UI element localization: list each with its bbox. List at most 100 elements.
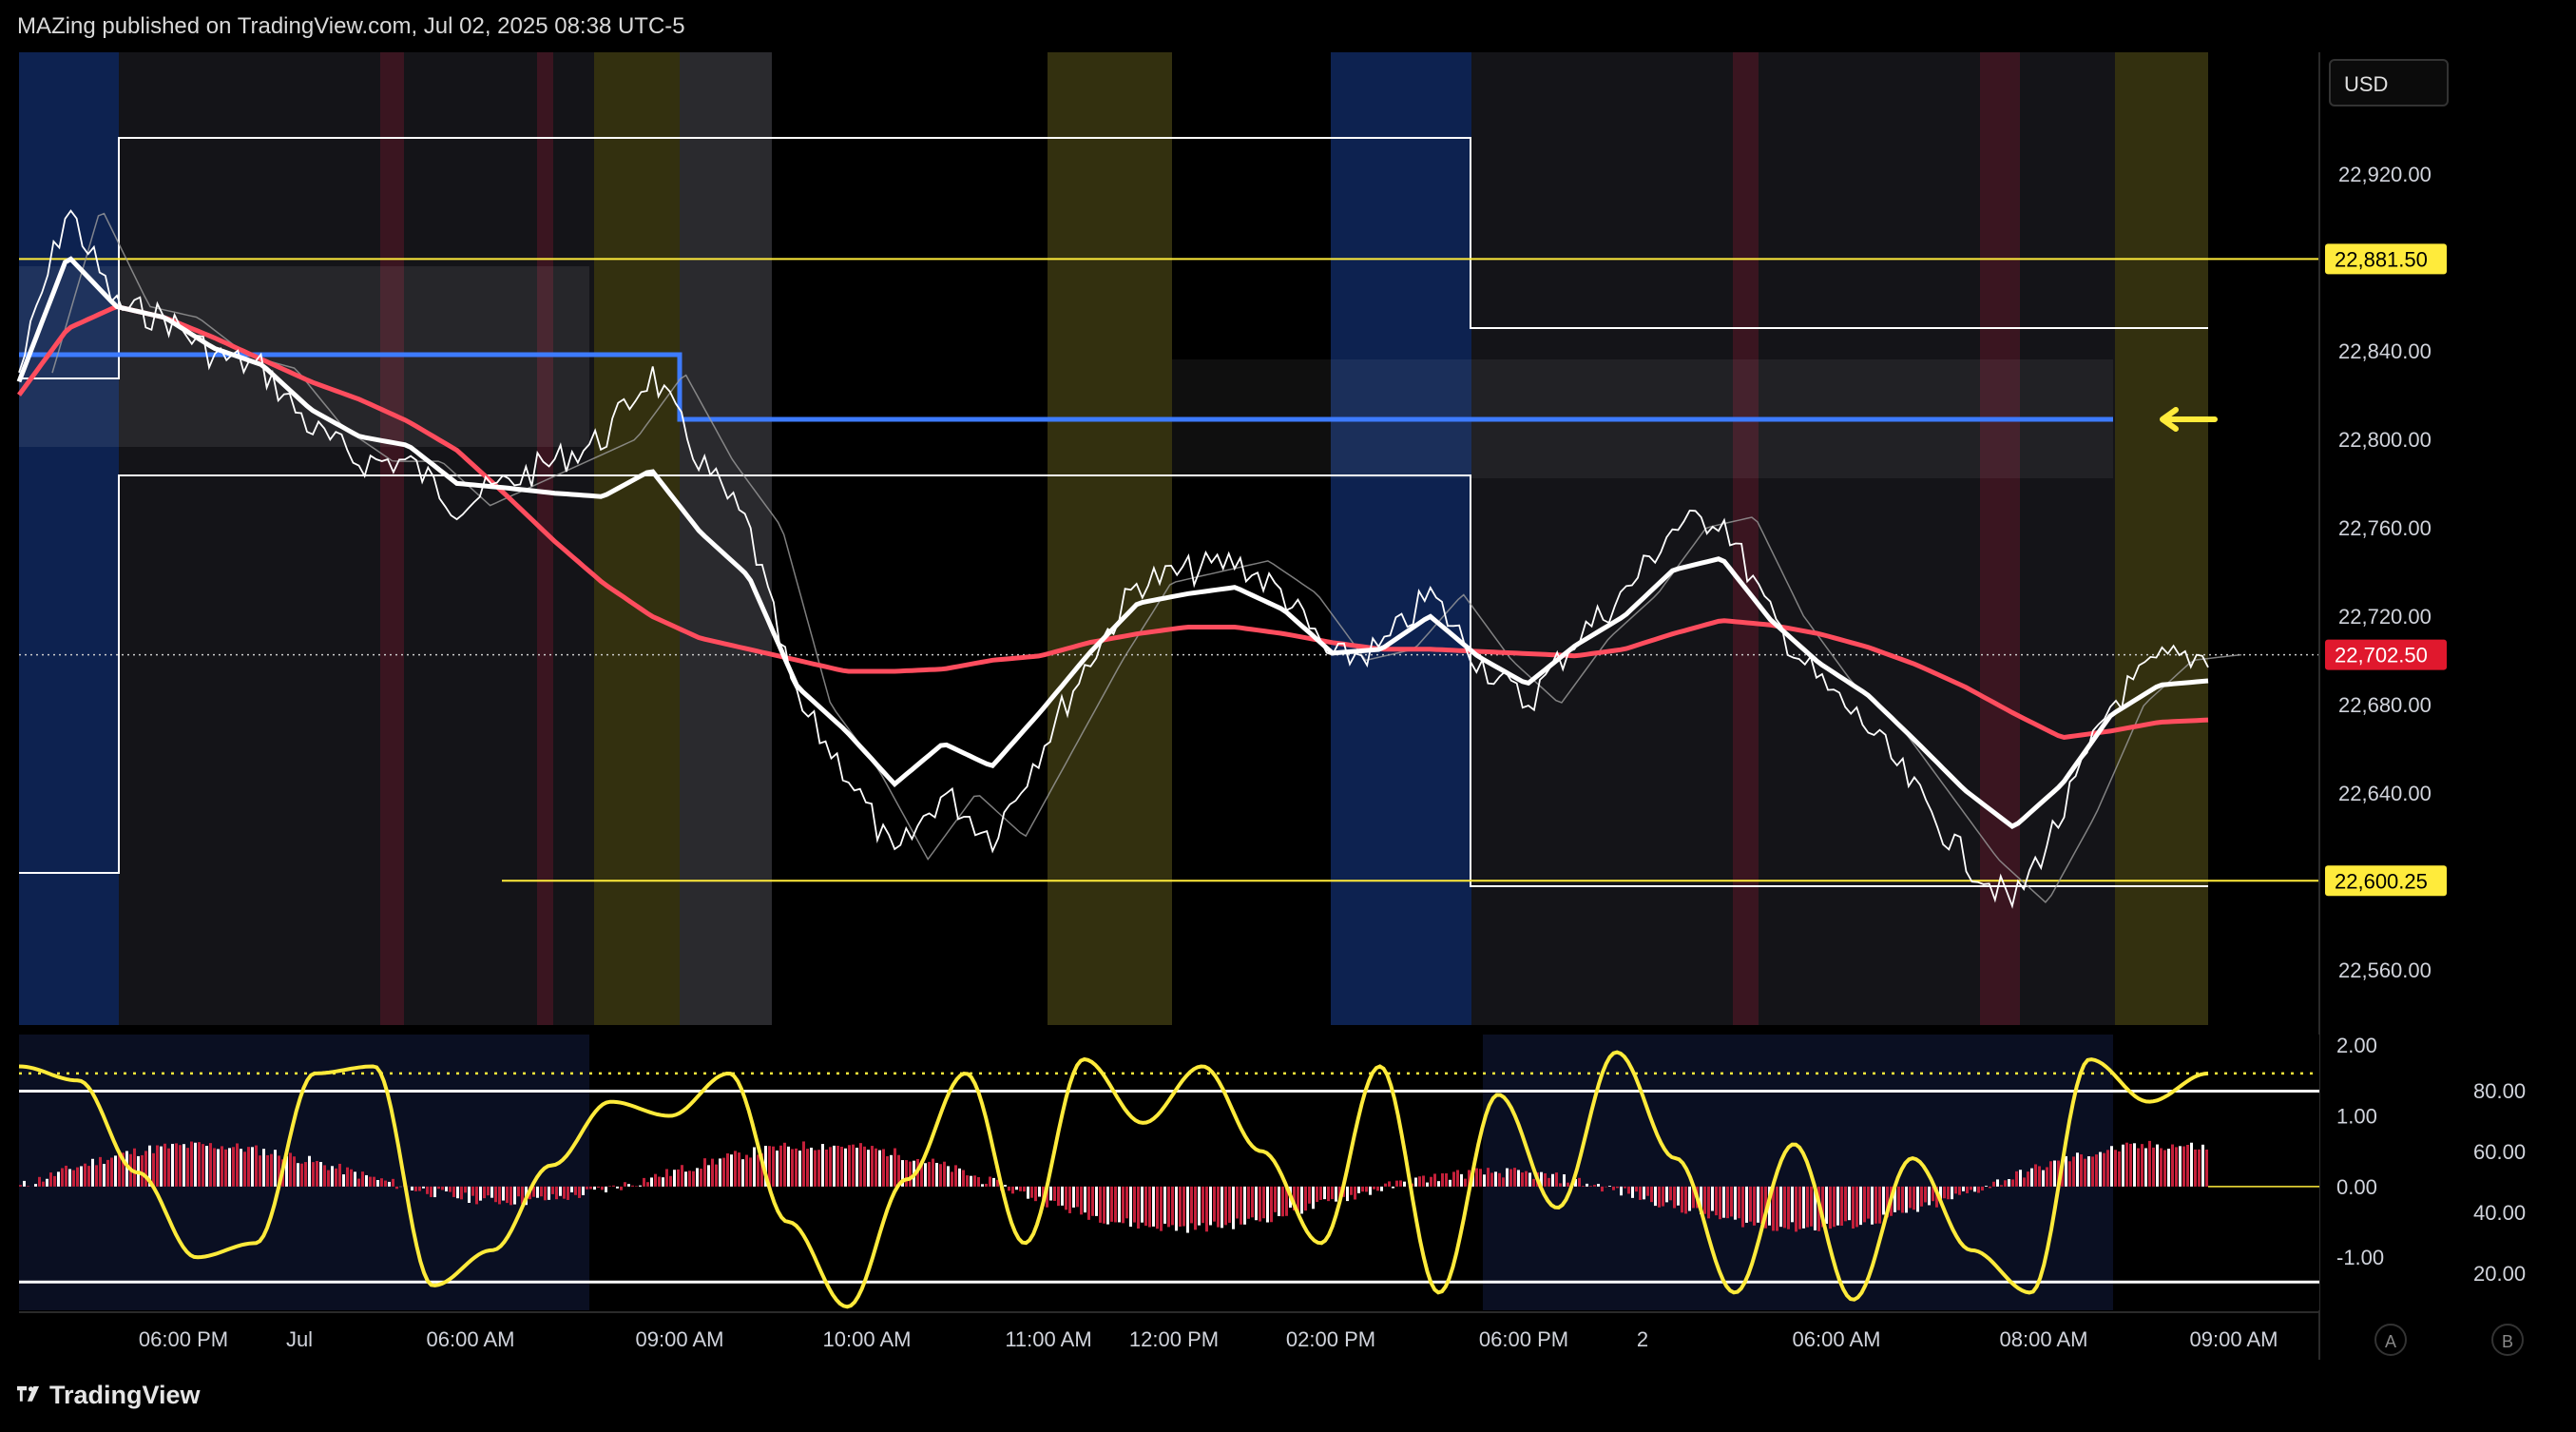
histogram-bar <box>487 1186 490 1196</box>
histogram-bar <box>437 1186 440 1190</box>
histogram-bar <box>1122 1186 1125 1224</box>
histogram-bar <box>707 1165 710 1187</box>
histogram-bar <box>871 1146 874 1187</box>
histogram-bar <box>38 1176 41 1187</box>
histogram-bar <box>471 1186 474 1196</box>
histogram-bar <box>1567 1182 1569 1187</box>
histogram-bar <box>1779 1186 1782 1228</box>
histogram-bar <box>1669 1186 1672 1201</box>
histogram-bar <box>1601 1186 1604 1192</box>
histogram-bar <box>833 1145 836 1187</box>
histogram-bar <box>719 1158 721 1187</box>
histogram-bar <box>1247 1186 1250 1219</box>
histogram-bar <box>1548 1177 1550 1187</box>
histogram-bar <box>1194 1186 1197 1230</box>
histogram-bar <box>1483 1174 1486 1187</box>
histogram-bar <box>947 1166 950 1187</box>
histogram-bar <box>1749 1186 1752 1222</box>
histogram-bar <box>1958 1186 1961 1195</box>
histogram-bar <box>1270 1186 1273 1223</box>
histogram-bar <box>1068 1186 1071 1213</box>
histogram-bar <box>388 1181 391 1187</box>
histogram-bar <box>829 1147 832 1187</box>
histogram-bar <box>430 1186 433 1197</box>
histogram-bar <box>1559 1183 1562 1187</box>
histogram-bar <box>1281 1186 1284 1217</box>
histogram-bar <box>2038 1166 2041 1187</box>
histogram-bar <box>757 1154 759 1187</box>
histogram-bar <box>1015 1186 1018 1190</box>
histogram-bar <box>483 1186 486 1199</box>
histogram-bar <box>836 1145 839 1187</box>
histogram-bar <box>1023 1186 1026 1192</box>
histogram-bar <box>677 1169 680 1187</box>
histogram-bar <box>1380 1186 1383 1191</box>
histogram-bar <box>1323 1186 1326 1200</box>
histogram-bar <box>825 1149 828 1187</box>
histogram-bar <box>1863 1186 1866 1223</box>
histogram-bar <box>1920 1186 1923 1207</box>
histogram-bar <box>2034 1164 2037 1187</box>
histogram-bar <box>1985 1185 1988 1187</box>
histogram-bar <box>1205 1186 1208 1232</box>
histogram-bar <box>1730 1186 1733 1217</box>
histogram-bar <box>1977 1186 1980 1193</box>
log-scale-button[interactable]: B <box>2491 1324 2524 1356</box>
histogram-bar <box>2068 1161 2071 1187</box>
histogram-bar <box>106 1159 109 1187</box>
histogram-bar <box>335 1168 337 1187</box>
histogram-bar <box>821 1144 824 1187</box>
oscillator-tick-label: -1.00 <box>2336 1246 2384 1269</box>
price-chart[interactable]: 22,920.00 22,840.00 22,800.00 22,760.00 22,7… <box>0 0 2576 1432</box>
histogram-bar <box>304 1162 307 1187</box>
histogram-bar <box>1992 1181 1995 1187</box>
histogram-bar <box>57 1171 60 1187</box>
histogram-bar <box>643 1177 645 1187</box>
histogram-bar <box>1300 1186 1303 1214</box>
histogram-bar <box>87 1166 90 1187</box>
histogram-bar <box>806 1149 809 1187</box>
histogram-bar <box>1369 1186 1372 1195</box>
histogram-bar <box>1874 1186 1877 1224</box>
histogram-bar <box>338 1163 341 1187</box>
histogram-bar <box>1262 1186 1265 1219</box>
tradingview-brand[interactable]: TradingView <box>17 1381 201 1410</box>
histogram-bar <box>753 1147 756 1187</box>
histogram-bar <box>53 1175 56 1187</box>
histogram-bar <box>2099 1151 2102 1187</box>
x-axis-tick-label: 2 <box>1637 1327 1648 1351</box>
histogram-bar <box>236 1143 239 1187</box>
histogram-bar <box>1152 1186 1155 1227</box>
histogram-bar <box>502 1186 505 1201</box>
histogram-bar <box>745 1154 748 1187</box>
histogram-bar <box>855 1148 858 1187</box>
histogram-bar <box>95 1165 98 1187</box>
histogram-bar <box>1943 1186 1946 1199</box>
histogram-bar <box>605 1186 607 1192</box>
histogram-bar <box>1190 1186 1193 1224</box>
currency-button[interactable]: USD <box>2329 59 2449 106</box>
auto-scale-button[interactable]: A <box>2374 1324 2407 1356</box>
histogram-bar <box>517 1186 520 1197</box>
histogram-bar <box>426 1186 429 1194</box>
histogram-bar <box>68 1169 71 1187</box>
histogram-bar <box>1167 1186 1170 1228</box>
histogram-bar <box>445 1186 448 1191</box>
oscillator-tick-label: 2.00 <box>2336 1034 2377 1057</box>
histogram-bar <box>1681 1186 1683 1213</box>
histogram-bar <box>1996 1179 1999 1187</box>
histogram-bar <box>779 1145 782 1187</box>
y-axis-tick-label: 22,640.00 <box>2338 782 2432 805</box>
histogram-bar <box>624 1182 626 1187</box>
histogram-bar <box>567 1186 569 1200</box>
histogram-bar <box>536 1186 539 1198</box>
histogram-bar <box>1787 1186 1790 1229</box>
histogram-bar <box>1418 1176 1421 1187</box>
histogram-bar <box>787 1146 790 1187</box>
histogram-bar <box>2106 1150 2109 1187</box>
histogram-bar <box>620 1186 623 1190</box>
histogram-bar <box>2133 1143 2136 1187</box>
histogram-bar <box>962 1170 965 1187</box>
y-axis-tick-label: 22,720.00 <box>2338 605 2432 629</box>
histogram-bar <box>608 1186 611 1187</box>
